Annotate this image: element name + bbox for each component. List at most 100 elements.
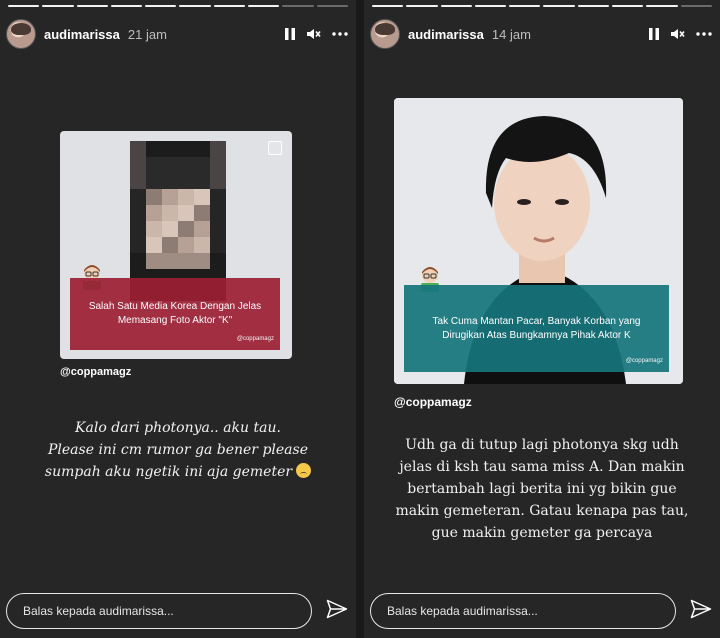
progress-segment (543, 5, 575, 7)
post-time: 14 jam (491, 26, 531, 42)
post-handle[interactable]: @coppamagz (394, 395, 472, 409)
story-text-line: Udh ga di tutup lagi photonya skg udh (405, 437, 679, 453)
more-icon[interactable] (332, 31, 348, 37)
story-progress-bar (8, 5, 348, 7)
progress-segment (179, 5, 211, 7)
mosaic-pixel (178, 189, 194, 205)
mosaic-pixel (178, 157, 194, 173)
story-text: Udh ga di tutup lagi photonya skg udh je… (374, 434, 710, 544)
mosaic-pixel (210, 205, 226, 221)
progress-segment (680, 5, 712, 7)
mosaic-pixel (162, 173, 178, 189)
mosaic-pixel (210, 237, 226, 253)
post-source: @coppamagz (625, 358, 663, 364)
mosaic-pixel (130, 237, 146, 253)
avatar[interactable] (370, 19, 400, 49)
username[interactable]: audimarissa (408, 27, 484, 42)
mosaic-pixel (178, 173, 194, 189)
mosaic-pixel (130, 253, 146, 269)
shared-post-card[interactable]: Salah Satu Media Korea Dengan Jelas Mema… (60, 131, 292, 359)
mosaic-pixel (130, 173, 146, 189)
more-icon[interactable] (696, 31, 712, 37)
pause-icon[interactable] (284, 27, 296, 41)
mosaic-pixel (194, 205, 210, 221)
progress-segment (8, 5, 40, 7)
mosaic-pixel (194, 253, 210, 269)
post-time: 21 jam (127, 26, 167, 42)
stories-viewer: audimarissa 21 jam Salah Satu Media Kore… (0, 0, 720, 638)
mosaic-pixel (210, 141, 226, 157)
mosaic-pixel (210, 157, 226, 173)
mosaic-pixel (210, 253, 226, 269)
mosaic-pixel (162, 189, 178, 205)
mosaic-pixel (162, 205, 178, 221)
post-caption-box: Tak Cuma Mantan Pacar, Banyak Korban yan… (404, 285, 669, 372)
story-progress-bar (372, 5, 712, 7)
story-text-line: jelas di ksh tau sama miss A. Dan makin (399, 459, 685, 475)
progress-segment (406, 5, 438, 7)
mosaic-pixel (146, 237, 162, 253)
story-panel-left[interactable]: audimarissa 21 jam Salah Satu Media Kore… (0, 0, 356, 638)
mosaic-pixel (162, 221, 178, 237)
mosaic-pixel (146, 253, 162, 269)
mosaic-pixel (210, 189, 226, 205)
send-icon[interactable] (326, 599, 348, 624)
pixelated-photo (130, 141, 230, 301)
pause-icon[interactable] (648, 27, 660, 41)
mosaic-pixel (178, 221, 194, 237)
progress-segment (42, 5, 74, 7)
progress-segment (440, 5, 472, 7)
progress-segment (372, 5, 404, 7)
mute-icon[interactable] (670, 27, 686, 41)
avatar[interactable] (6, 19, 36, 49)
mosaic-pixel (146, 173, 162, 189)
post-handle[interactable]: @coppamagz (60, 366, 131, 378)
mosaic-pixel (194, 141, 210, 157)
reply-input[interactable]: Balas kepada audimarissa... (370, 593, 676, 629)
mosaic-pixel (194, 173, 210, 189)
progress-segment (145, 5, 177, 7)
story-text-line: bertambah lagi berita ini yg bikin gue (407, 481, 677, 497)
username[interactable]: audimarissa (44, 27, 120, 42)
progress-segment (577, 5, 610, 7)
mosaic-pixel (194, 189, 210, 205)
mosaic-pixel (130, 221, 146, 237)
progress-segment (76, 5, 108, 7)
post-source: @coppamagz (236, 336, 274, 342)
mosaic-pixel (130, 189, 146, 205)
story-header: audimarissa 14 jam (370, 18, 712, 50)
send-icon[interactable] (690, 599, 712, 624)
mosaic-pixel (130, 157, 146, 173)
progress-segment (474, 5, 507, 7)
mosaic-pixel (210, 173, 226, 189)
mosaic-pixel (130, 205, 146, 221)
mute-icon[interactable] (306, 27, 322, 41)
mosaic-pixel (162, 237, 178, 253)
shared-post-card[interactable]: Tak Cuma Mantan Pacar, Banyak Korban yan… (394, 98, 683, 384)
mosaic-pixel (178, 253, 194, 269)
progress-segment (646, 5, 678, 7)
progress-segment (282, 5, 314, 7)
progress-segment (248, 5, 280, 7)
progress-segment (110, 5, 143, 7)
progress-segment (509, 5, 541, 7)
mosaic-pixel (194, 221, 210, 237)
story-panel-right[interactable]: audimarissa 14 jam Tak Cuma Mantan Pacar… (364, 0, 720, 638)
post-caption-box: Salah Satu Media Korea Dengan Jelas Mema… (70, 278, 280, 350)
mosaic-pixel (146, 205, 162, 221)
mosaic-pixel (178, 141, 194, 157)
progress-segment (213, 5, 246, 7)
story-text-line: Kalo dari photonya.. aku tau. (75, 420, 281, 436)
post-caption: Tak Cuma Mantan Pacar, Banyak Korban yan… (432, 315, 641, 341)
mosaic-pixel (146, 189, 162, 205)
reply-bar: Balas kepada audimarissa... (370, 592, 676, 630)
panel-divider (356, 0, 364, 638)
story-text-line: sumpah aku ngetik ini aja gemeter (10, 461, 346, 483)
story-text: Kalo dari photonya.. aku tau. Please ini… (10, 417, 346, 483)
mosaic-pixel (194, 157, 210, 173)
mosaic-pixel (146, 221, 162, 237)
story-text-line: Please ini cm rumor ga bener please (48, 442, 308, 458)
reply-input[interactable]: Balas kepada audimarissa... (6, 593, 312, 629)
progress-segment (316, 5, 348, 7)
post-caption: Salah Satu Media Korea Dengan Jelas Mema… (88, 301, 262, 326)
